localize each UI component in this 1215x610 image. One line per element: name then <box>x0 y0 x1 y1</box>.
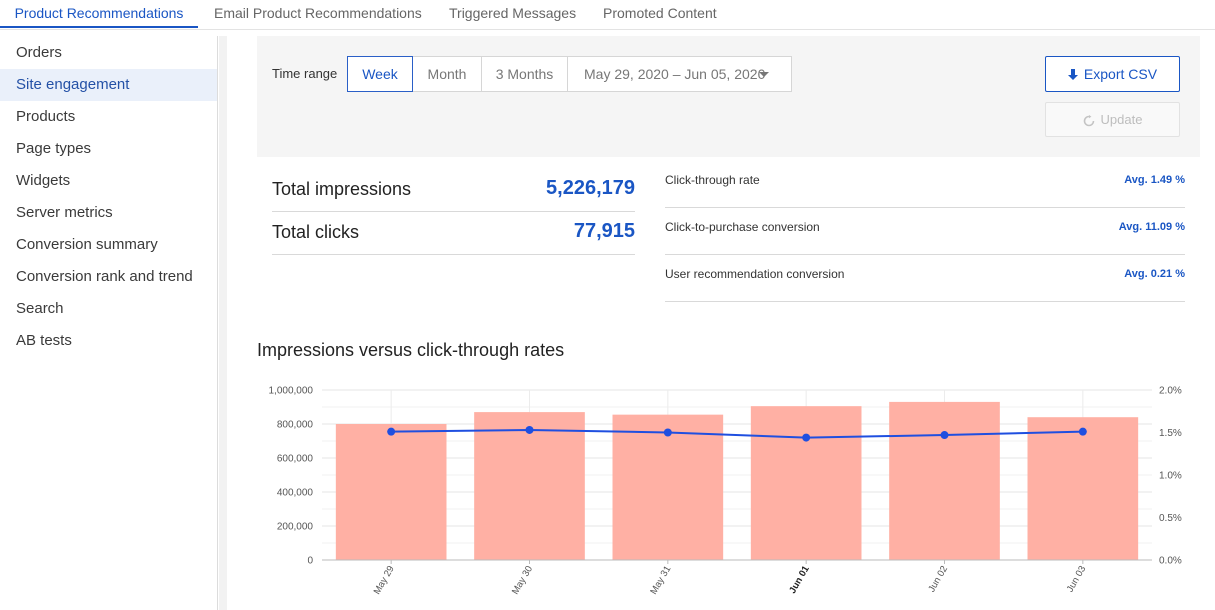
ctr-point-jun-03 <box>1078 427 1087 436</box>
x-tick-label: Jun 01 <box>787 563 812 595</box>
ctr-point-jun-02 <box>940 431 949 440</box>
sidebar-item-conversion-summary[interactable]: Conversion summary <box>0 229 217 261</box>
user-recommendation-row: User recommendation conversion Avg. 0.21… <box>665 255 1185 302</box>
ctr-point-jun-01 <box>802 433 811 442</box>
date-range-value: May 29, 2020 – Jun 05, 2020 <box>584 66 766 82</box>
ctr-point-may-29 <box>387 427 396 436</box>
y-tick-label: 1,000,000 <box>269 386 314 397</box>
top-tab-bar: Product Recommendations Email Product Re… <box>0 0 1215 30</box>
download-icon <box>1067 69 1078 81</box>
y-tick-label: 600,000 <box>277 454 314 465</box>
sidebar-item-page-types[interactable]: Page types <box>0 133 217 165</box>
bar-may-30 <box>474 412 585 560</box>
y-tick-label: 800,000 <box>277 420 314 431</box>
filter-panel: Time range Week Month 3 Months May 29, 2… <box>257 36 1200 157</box>
tab-email-product-recommendations[interactable]: Email Product Recommendations <box>214 0 422 28</box>
date-range-dropdown[interactable]: May 29, 2020 – Jun 05, 2020 <box>567 56 792 92</box>
time-range-label: Time range <box>272 66 338 81</box>
y2-tick-label: 0.5% <box>1159 513 1182 524</box>
y2-tick-label: 1.5% <box>1159 428 1182 439</box>
y2-tick-label: 0.0% <box>1159 556 1182 567</box>
export-csv-label: Export CSV <box>1083 66 1158 82</box>
update-label: Update <box>1100 112 1143 127</box>
user-recommendation-label: User recommendation conversion <box>665 267 845 281</box>
sidebar-item-site-engagement[interactable]: Site engagement <box>0 69 217 101</box>
ctr-point-may-30 <box>525 425 534 434</box>
click-to-purchase-label: Click-to-purchase conversion <box>665 220 820 234</box>
total-clicks-stat: Total clicks 77,915 <box>272 212 635 255</box>
tab-promoted-content[interactable]: Promoted Content <box>603 0 717 28</box>
tab-product-recommendations[interactable]: Product Recommendations <box>0 0 198 28</box>
content-gutter <box>219 36 227 610</box>
click-through-rate-label: Click-through rate <box>665 173 760 187</box>
time-range-month-button[interactable]: Month <box>412 56 482 92</box>
total-impressions-label: Total impressions <box>272 179 412 199</box>
sidebar: Orders Site engagement Products Page typ… <box>0 36 218 610</box>
total-clicks-value: 77,915 <box>573 220 635 242</box>
sidebar-item-server-metrics[interactable]: Server metrics <box>0 197 217 229</box>
export-csv-button[interactable]: Export CSV <box>1045 56 1180 92</box>
tab-triggered-messages[interactable]: Triggered Messages <box>449 0 576 28</box>
total-impressions-stat: Total impressions 5,226,179 <box>272 169 635 212</box>
click-through-rate-row: Click-through rate Avg. 1.49 % <box>665 161 1185 208</box>
y-tick-label: 0 <box>307 556 313 567</box>
bar-jun-03 <box>1027 417 1139 560</box>
y2-tick-label: 2.0% <box>1159 386 1182 397</box>
sidebar-item-orders[interactable]: Orders <box>0 37 217 69</box>
sidebar-item-widgets[interactable]: Widgets <box>0 165 217 197</box>
x-tick-label: Jun 02 <box>926 564 950 594</box>
sidebar-item-products[interactable]: Products <box>0 101 217 133</box>
caret-down-icon <box>759 72 769 77</box>
update-button[interactable]: Update <box>1045 102 1180 137</box>
click-to-purchase-row: Click-to-purchase conversion Avg. 11.09 … <box>665 208 1185 255</box>
bar-jun-01 <box>750 406 862 560</box>
user-recommendation-value: Avg. 0.21 % <box>1124 268 1185 280</box>
sidebar-item-ab-tests[interactable]: AB tests <box>0 325 217 357</box>
refresh-icon <box>1083 114 1094 126</box>
x-tick-label: May 30 <box>510 564 535 596</box>
y-tick-label: 400,000 <box>277 488 314 499</box>
total-clicks-label: Total clicks <box>272 222 360 242</box>
time-range-3-months-button[interactable]: 3 Months <box>481 56 568 92</box>
sidebar-item-search[interactable]: Search <box>0 293 217 325</box>
click-through-rate-value: Avg. 1.49 % <box>1124 174 1185 186</box>
ctr-point-may-31 <box>663 428 672 437</box>
bar-jun-02 <box>889 401 1000 560</box>
y2-tick-label: 1.0% <box>1159 471 1182 482</box>
time-range-week-button[interactable]: Week <box>347 56 413 92</box>
impressions-ctr-chart: 0 200,000 400,000 600,000 800,000 1,000,000 0.… <box>269 386 1182 597</box>
sidebar-item-conversion-rank-and-trend[interactable]: Conversion rank and trend <box>0 261 217 293</box>
chart-title: Impressions versus click-through rates <box>257 340 565 360</box>
x-tick-label: Jun 03 <box>1065 564 1089 594</box>
click-to-purchase-value: Avg. 11.09 % <box>1118 221 1185 233</box>
x-tick-label: May 29 <box>372 564 397 596</box>
total-impressions-value: 5,226,179 <box>546 177 635 199</box>
x-tick-label: May 31 <box>648 564 673 596</box>
bar-may-29 <box>335 424 447 560</box>
y-tick-label: 200,000 <box>277 522 314 533</box>
